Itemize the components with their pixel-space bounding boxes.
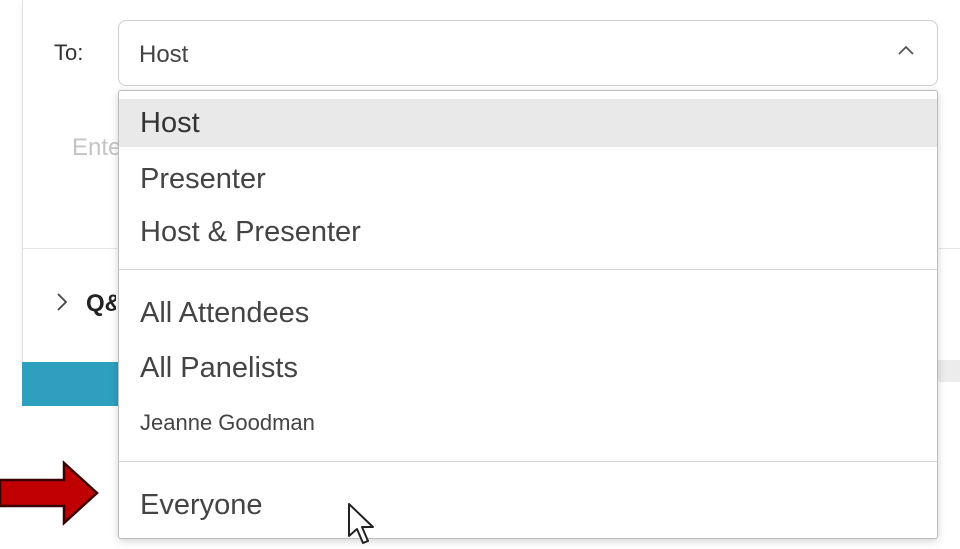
option-presenter[interactable]: Presenter: [119, 155, 937, 203]
dropdown-separator: [119, 461, 937, 462]
message-input[interactable]: Enter chat message here: [72, 134, 118, 162]
red-arrow-icon: [0, 460, 99, 526]
option-all-panelists[interactable]: All Panelists: [119, 344, 937, 392]
qa-section-label[interactable]: Q&A: [86, 290, 116, 318]
recipient-dropdown-list: Host Presenter Host & Presenter All Atte…: [118, 90, 938, 539]
chevron-up-icon: [898, 45, 914, 55]
teal-accent-bar: [22, 362, 132, 406]
option-everyone[interactable]: Everyone: [119, 481, 937, 529]
recipient-select[interactable]: Host: [118, 20, 938, 86]
selected-recipient: Host: [139, 41, 189, 68]
dropdown-separator: [119, 269, 937, 270]
option-all-attendees[interactable]: All Attendees: [119, 289, 937, 337]
chevron-right-icon[interactable]: [55, 291, 69, 313]
to-label: To:: [54, 40, 84, 65]
mouse-pointer-icon: [348, 503, 374, 544]
option-host-and-presenter[interactable]: Host & Presenter: [119, 208, 937, 256]
option-host[interactable]: Host: [119, 99, 937, 147]
option-jeanne-goodman[interactable]: Jeanne Goodman: [119, 399, 937, 447]
